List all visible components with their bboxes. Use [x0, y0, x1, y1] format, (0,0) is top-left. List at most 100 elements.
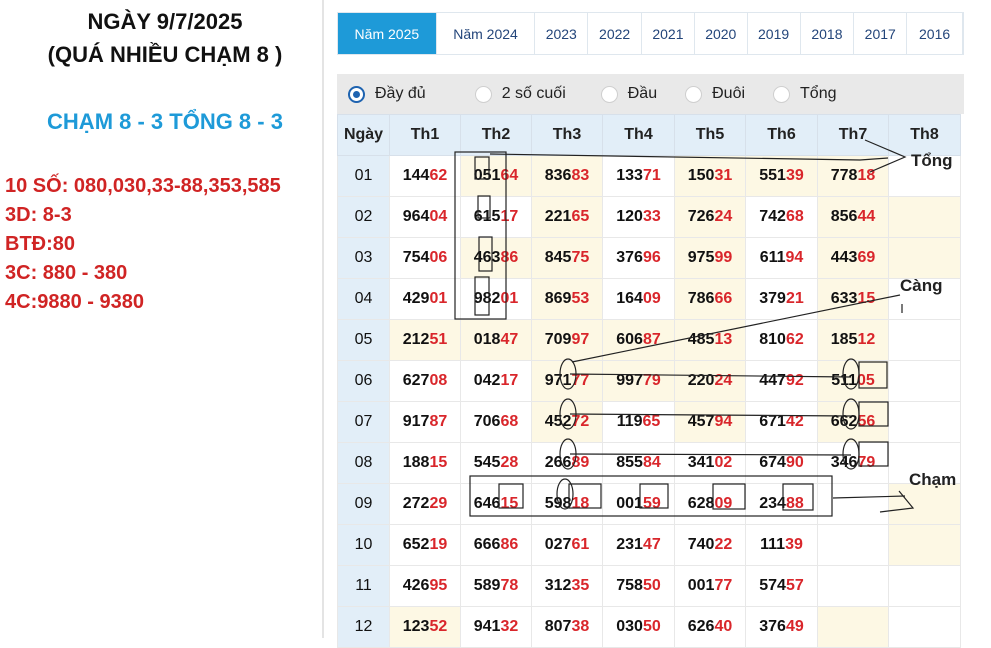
filter-day-du[interactable]: Đầy đủ	[348, 85, 426, 103]
result-head-digits: 633	[830, 290, 858, 307]
result-head-digits: 457	[687, 413, 715, 430]
result-tail-digits: 40	[714, 618, 733, 635]
result-tail-digits: 53	[571, 290, 590, 307]
result-tail-digits: 92	[785, 372, 804, 389]
table-row: 09 27229 64615 59818 00159 62809 23488	[337, 483, 961, 525]
result-head-digits: 574	[759, 577, 786, 594]
result-cell: 62809	[674, 483, 746, 525]
result-cell	[888, 196, 961, 238]
result-head-digits: 133	[616, 167, 643, 184]
result-cell: 61517	[460, 196, 532, 238]
result-head-digits: 740	[687, 536, 715, 553]
tab-2021[interactable]: 2021	[642, 13, 695, 54]
filter-tong[interactable]: Tổng	[773, 85, 836, 103]
result-cell: 02761	[531, 524, 603, 566]
day-cell: 06	[337, 360, 390, 402]
result-cell	[817, 524, 889, 566]
tab-2016[interactable]: 2016	[907, 13, 963, 54]
result-cell: 98201	[460, 278, 532, 320]
result-cell: 58978	[460, 565, 532, 607]
result-cell: 37921	[745, 278, 818, 320]
tab-2018[interactable]: 2018	[801, 13, 855, 54]
result-cell: 18815	[389, 442, 461, 484]
result-tail-digits: 47	[642, 536, 661, 553]
tab-2022[interactable]: 2022	[588, 13, 643, 54]
result-cell: 22024	[674, 360, 746, 402]
result-head-digits: 426	[402, 577, 430, 594]
notes-subtitle: (QUÁ NHIỀU CHẠM 8 )	[47, 42, 283, 67]
filter-dau[interactable]: Đầu	[600, 85, 657, 103]
table-row: 07 91787 70668 45272 11965 45794 67142 66256	[337, 401, 961, 443]
result-tail-digits: 72	[571, 413, 590, 430]
result-cell: 23488	[745, 483, 818, 525]
result-cell: 23147	[602, 524, 675, 566]
result-head-digits: 376	[616, 249, 643, 266]
radio-day-du[interactable]	[348, 85, 365, 103]
radio-dau[interactable]	[600, 85, 618, 103]
table-row: 12 12352 94132 80738 03050 62640 37649	[337, 606, 961, 648]
result-head-digits: 845	[544, 249, 572, 266]
day-cell: 05	[337, 319, 390, 361]
result-tail-digits: 79	[642, 372, 661, 389]
result-head-digits: 234	[759, 495, 786, 512]
tab-nam-2025[interactable]: Năm 2025	[338, 13, 437, 54]
tab-2019[interactable]: 2019	[748, 13, 801, 54]
result-tail-digits: 83	[571, 167, 590, 184]
result-tail-digits: 50	[642, 618, 661, 635]
tab-2017[interactable]: 2017	[854, 13, 908, 54]
result-cell: 26689	[531, 442, 603, 484]
filter-2-so-cuoi[interactable]: 2 số cuối	[474, 85, 566, 103]
result-tail-digits: 57	[785, 577, 804, 594]
result-head-digits: 611	[759, 249, 786, 266]
radio-duoi[interactable]	[685, 85, 703, 103]
result-cell: 64615	[460, 483, 532, 525]
day-cell: 08	[337, 442, 390, 484]
result-head-digits: 429	[402, 290, 430, 307]
result-head-digits: 807	[544, 618, 572, 635]
result-tail-digits: 05	[857, 372, 875, 389]
radio-tong[interactable]	[773, 85, 791, 103]
result-head-digits: 051	[473, 167, 501, 184]
result-head-digits: 376	[759, 618, 786, 635]
tab-2023[interactable]: 2023	[535, 13, 589, 54]
result-cell: 01847	[460, 319, 532, 361]
column-header-th4: Th4	[602, 114, 675, 156]
day-cell: 10	[337, 524, 390, 566]
result-head-digits: 018	[473, 331, 501, 348]
result-tail-digits: 39	[785, 536, 803, 553]
result-tail-digits: 09	[642, 290, 661, 307]
result-head-digits: 341	[687, 454, 715, 471]
result-cell: 16409	[602, 278, 675, 320]
notes-line-btd: BTĐ:80	[5, 233, 76, 255]
result-cell: 81062	[745, 319, 818, 361]
result-cell: 74022	[674, 524, 746, 566]
day-cell: 02	[337, 196, 390, 238]
result-head-digits: 615	[473, 208, 501, 225]
result-tail-digits: 18	[857, 167, 876, 184]
radio-2-so-cuoi[interactable]	[474, 85, 492, 103]
result-tail-digits: 21	[785, 290, 804, 307]
result-cell: 54528	[460, 442, 532, 484]
result-tail-digits: 22	[714, 536, 733, 553]
notes-line-4c: 4C:9880 - 9380	[5, 291, 144, 313]
result-cell	[817, 565, 889, 607]
result-cell: 44792	[745, 360, 818, 402]
filter-label: Tổng	[800, 85, 837, 102]
tab-nam-2024[interactable]: Năm 2024	[437, 13, 536, 54]
result-cell	[888, 401, 961, 443]
tab-2020[interactable]: 2020	[695, 13, 748, 54]
result-head-digits: 551	[759, 167, 786, 184]
result-head-digits: 810	[759, 331, 786, 348]
notes-line-3c: 3C: 880 - 380	[5, 262, 128, 284]
result-tail-digits: 94	[785, 249, 804, 266]
result-cell: 42695	[389, 565, 461, 607]
result-cell: 57457	[745, 565, 818, 607]
result-cell: 77818	[817, 155, 889, 197]
result-tail-digits: 64	[500, 167, 519, 184]
result-head-digits: 606	[616, 331, 643, 348]
result-head-digits: 754	[402, 249, 430, 266]
result-head-digits: 917	[402, 413, 430, 430]
result-cell: 75850	[602, 565, 675, 607]
filter-duoi[interactable]: Đuôi	[685, 85, 745, 103]
result-cell: 48513	[674, 319, 746, 361]
